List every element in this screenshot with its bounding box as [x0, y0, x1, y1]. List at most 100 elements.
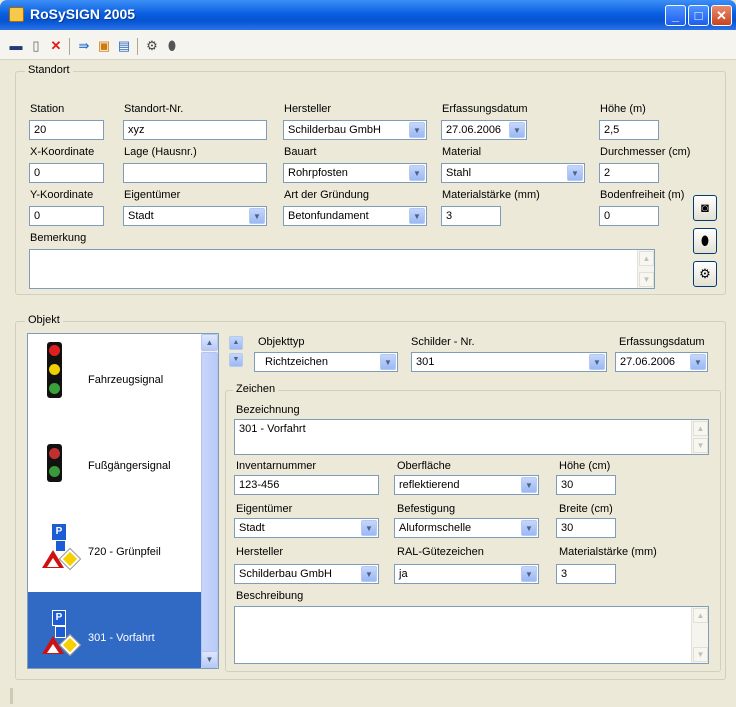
- station-input[interactable]: 20: [29, 120, 104, 140]
- scroll-down-icon[interactable]: ▼: [693, 438, 708, 453]
- settings-icon[interactable]: ⚙: [144, 38, 160, 54]
- wrench-icon: ⚙: [699, 266, 711, 281]
- camera-button[interactable]: ◙: [693, 195, 717, 221]
- list-item-vorfahrt[interactable]: P 301 - Vorfahrt: [28, 592, 202, 668]
- objekt-legend: Objekt: [25, 314, 63, 326]
- schilder-nr-select[interactable]: 301 ▼: [411, 352, 607, 372]
- bemerkung-textarea[interactable]: ▲ ▼: [29, 249, 655, 289]
- app-logo-icon: [9, 7, 24, 22]
- minimize-button[interactable]: _: [665, 5, 686, 26]
- hoehe-label: Höhe (m): [600, 103, 646, 115]
- breite-input[interactable]: 30: [556, 518, 616, 538]
- bulb-button[interactable]: ⬮: [693, 228, 717, 254]
- chevron-down-icon[interactable]: ▼: [409, 122, 425, 138]
- scroll-down-icon[interactable]: ▼: [201, 651, 218, 668]
- bezeichnung-label: Bezeichnung: [236, 404, 300, 416]
- move-up-icon[interactable]: ▲: [229, 336, 243, 350]
- report-icon[interactable]: ▤: [116, 38, 132, 54]
- objekttyp-select[interactable]: Richtzeichen ▼: [254, 352, 398, 372]
- scroll-up-icon[interactable]: ▲: [639, 251, 654, 266]
- y-koordinate-input[interactable]: 0: [29, 206, 104, 226]
- hersteller-select[interactable]: Schilderbau GmbH ▼: [283, 120, 427, 140]
- tools-button[interactable]: ⚙: [693, 261, 717, 287]
- toolbar-separator: [137, 38, 138, 55]
- materialstaerke-label: Materialstärke (mm): [442, 189, 540, 201]
- bulb-icon[interactable]: ⬮: [164, 38, 180, 54]
- zeichen-hersteller-label: Hersteller: [236, 546, 284, 558]
- chevron-down-icon[interactable]: ▼: [521, 566, 537, 582]
- breite-label: Breite (cm): [559, 503, 613, 515]
- chevron-down-icon[interactable]: ▼: [521, 520, 537, 536]
- chevron-down-icon[interactable]: ▼: [409, 208, 425, 224]
- bemerkung-scrollbar[interactable]: ▲ ▼: [637, 250, 654, 288]
- chevron-down-icon[interactable]: ▼: [589, 354, 605, 370]
- lage-input[interactable]: [123, 163, 267, 183]
- materialstaerke-input[interactable]: 3: [441, 206, 501, 226]
- bezeichnung-textarea[interactable]: 301 - Vorfahrt ▲ ▼: [234, 419, 709, 455]
- close-button[interactable]: ✕: [711, 5, 732, 26]
- beschreibung-textarea[interactable]: ▲ ▼: [234, 606, 709, 664]
- scroll-up-icon[interactable]: ▲: [693, 421, 708, 436]
- eigentuemer-label: Eigentümer: [124, 189, 181, 201]
- list-item-gruenpfeil[interactable]: P 720 - Grünpfeil: [28, 506, 202, 582]
- chevron-down-icon[interactable]: ▼: [361, 566, 377, 582]
- delete-icon[interactable]: ✕: [48, 38, 64, 54]
- x-koordinate-input[interactable]: 0: [29, 163, 104, 183]
- scroll-down-icon[interactable]: ▼: [693, 647, 708, 662]
- scroll-up-icon[interactable]: ▲: [693, 608, 708, 623]
- list-item-fahrzeugsignal[interactable]: Fahrzeugsignal: [28, 334, 202, 410]
- inventarnummer-input[interactable]: 123-456: [234, 475, 379, 495]
- export-icon[interactable]: ▣: [96, 38, 112, 54]
- lage-label: Lage (Hausnr.): [124, 146, 197, 158]
- scroll-up-icon[interactable]: ▲: [201, 334, 218, 351]
- chevron-down-icon[interactable]: ▼: [690, 354, 706, 370]
- chevron-down-icon[interactable]: ▼: [409, 165, 425, 181]
- ral-label: RAL-Gütezeichen: [397, 546, 484, 558]
- oberflaeche-label: Oberfläche: [397, 460, 451, 472]
- maximize-button[interactable]: □: [688, 5, 709, 26]
- scroll-thumb[interactable]: [201, 352, 218, 652]
- scroll-down-icon[interactable]: ▼: [639, 272, 654, 287]
- zeichen-hoehe-input[interactable]: 30: [556, 475, 616, 495]
- chevron-down-icon[interactable]: ▼: [380, 354, 396, 370]
- hoehe-input[interactable]: 2,5: [599, 120, 659, 140]
- objekt-datum-picker[interactable]: 27.06.2006 ▼: [615, 352, 708, 372]
- zeichen-eigentuemer-select[interactable]: Stadt ▼: [234, 518, 379, 538]
- sign-stack-icon: P: [42, 524, 88, 571]
- object-list-scrollbar[interactable]: ▲ ▼: [201, 334, 218, 668]
- bezeichnung-scrollbar[interactable]: ▲ ▼: [691, 420, 708, 454]
- list-item-label: Fahrzeugsignal: [88, 374, 164, 386]
- object-list[interactable]: Fahrzeugsignal Fußgängersignal P 720 - G…: [27, 333, 219, 669]
- standort-nr-label: Standort-Nr.: [124, 103, 184, 115]
- gruendung-select[interactable]: Betonfundament ▼: [283, 206, 427, 226]
- erfassungsdatum-picker[interactable]: 27.06.2006 ▼: [441, 120, 527, 140]
- move-down-icon[interactable]: ▼: [229, 353, 243, 367]
- zeichen-materialstaerke-input[interactable]: 3: [556, 564, 616, 584]
- durchmesser-input[interactable]: 2: [599, 163, 659, 183]
- befestigung-select[interactable]: Aluformschelle ▼: [394, 518, 539, 538]
- zeichen-hersteller-select[interactable]: Schilderbau GmbH ▼: [234, 564, 379, 584]
- import-icon[interactable]: ⇛: [76, 38, 92, 54]
- ral-select[interactable]: ja ▼: [394, 564, 539, 584]
- new-icon[interactable]: ▯: [28, 38, 44, 54]
- erfassungsdatum-label: Erfassungsdatum: [442, 103, 528, 115]
- title-bar[interactable]: RoSySIGN 2005 _ □ ✕: [0, 0, 736, 30]
- bulb-icon: ⬮: [700, 233, 710, 248]
- material-select[interactable]: Stahl ▼: [441, 163, 585, 183]
- chevron-down-icon[interactable]: ▼: [509, 122, 525, 138]
- bodenfreiheit-input[interactable]: 0: [599, 206, 659, 226]
- eigentuemer-select[interactable]: Stadt ▼: [123, 206, 267, 226]
- beschreibung-scrollbar[interactable]: ▲ ▼: [691, 607, 708, 663]
- window-title: RoSySIGN 2005: [30, 6, 136, 22]
- chevron-down-icon[interactable]: ▼: [521, 477, 537, 493]
- zeichen-hoehe-label: Höhe (cm): [559, 460, 611, 472]
- save-icon[interactable]: ▬: [8, 38, 24, 54]
- oberflaeche-select[interactable]: reflektierend ▼: [394, 475, 539, 495]
- standort-nr-input[interactable]: xyz: [123, 120, 267, 140]
- chevron-down-icon[interactable]: ▼: [361, 520, 377, 536]
- chevron-down-icon[interactable]: ▼: [249, 208, 265, 224]
- bauart-select[interactable]: Rohrpfosten ▼: [283, 163, 427, 183]
- inventarnummer-label: Inventarnummer: [236, 460, 317, 472]
- list-item-fussgaengersignal[interactable]: Fußgängersignal: [28, 420, 202, 496]
- chevron-down-icon[interactable]: ▼: [567, 165, 583, 181]
